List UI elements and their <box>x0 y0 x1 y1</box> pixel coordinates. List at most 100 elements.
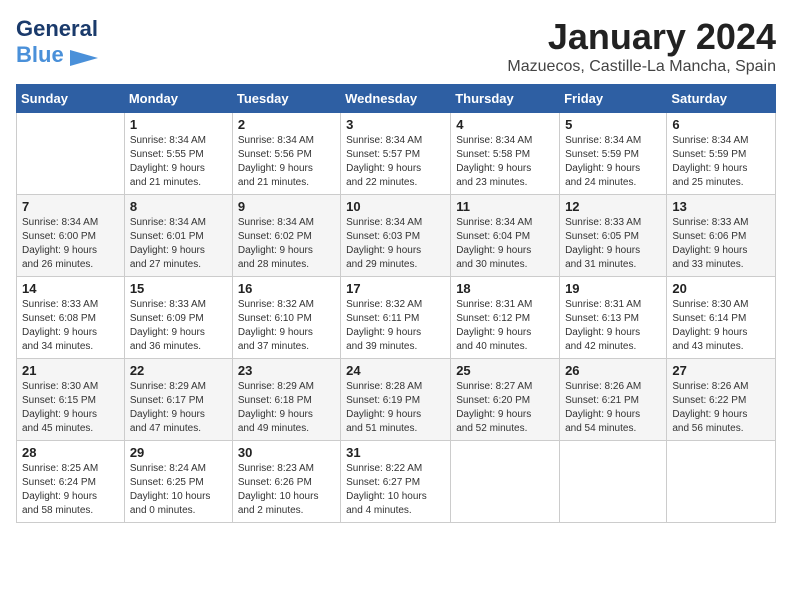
logo-text: General Blue <box>16 16 102 68</box>
day-number: 10 <box>346 199 445 214</box>
calendar-cell: 28Sunrise: 8:25 AM Sunset: 6:24 PM Dayli… <box>17 441 125 523</box>
day-info: Sunrise: 8:33 AM Sunset: 6:09 PM Dayligh… <box>130 298 227 354</box>
day-number: 13 <box>672 199 770 214</box>
calendar-cell: 10 Sunrise: 8:34 AM Sunset: 6:03 PM Dayli… <box>341 195 451 277</box>
day-number: 30 <box>238 445 335 460</box>
day-number: 14 <box>22 281 119 296</box>
week-row-3: 21 Sunrise: 8:30 AM Sunset: 6:15 PM Dayli… <box>17 359 776 441</box>
calendar-cell: 2Sunrise: 8:34 AM Sunset: 5:56 PM Daylig… <box>232 113 340 195</box>
week-row-2: 14Sunrise: 8:33 AM Sunset: 6:08 PM Dayli… <box>17 277 776 359</box>
calendar-cell: 16 Sunrise: 8:32 AM Sunset: 6:10 PM Dayli… <box>232 277 340 359</box>
day-number: 1 <box>130 117 227 132</box>
calendar-cell: 8 Sunrise: 8:34 AM Sunset: 6:01 PM Daylig… <box>124 195 232 277</box>
day-number: 18 <box>456 281 554 296</box>
day-number: 28 <box>22 445 119 460</box>
day-info: Sunrise: 8:34 AM Sunset: 5:58 PM Dayligh… <box>456 134 554 190</box>
day-info: Sunrise: 8:27 AM Sunset: 6:20 PM Dayligh… <box>456 380 554 436</box>
day-info: Sunrise: 8:26 AM Sunset: 6:21 PM Dayligh… <box>565 380 661 436</box>
day-info: Sunrise: 8:30 AM Sunset: 6:15 PM Dayligh… <box>22 380 119 436</box>
day-info: Sunrise: 8:30 AM Sunset: 6:14 PM Dayligh… <box>672 298 770 354</box>
title-section: January 2024 Mazuecos, Castille-La Manch… <box>507 16 776 76</box>
day-info: Sunrise: 8:28 AM Sunset: 6:19 PM Dayligh… <box>346 380 445 436</box>
day-number: 29 <box>130 445 227 460</box>
day-number: 27 <box>672 363 770 378</box>
day-number: 2 <box>238 117 335 132</box>
calendar-cell: 17 Sunrise: 8:32 AM Sunset: 6:11 PM Dayli… <box>341 277 451 359</box>
calendar-cell: 26Sunrise: 8:26 AM Sunset: 6:21 PM Dayli… <box>560 359 667 441</box>
calendar-subtitle: Mazuecos, Castille-La Mancha, Spain <box>507 58 776 76</box>
day-info: Sunrise: 8:31 AM Sunset: 6:12 PM Dayligh… <box>456 298 554 354</box>
day-number: 24 <box>346 363 445 378</box>
calendar-header: SundayMondayTuesdayWednesdayThursdayFrid… <box>17 85 776 113</box>
logo: General Blue <box>16 16 102 68</box>
logo-general: General <box>16 16 98 41</box>
calendar-cell: 19 Sunrise: 8:31 AM Sunset: 6:13 PM Dayli… <box>560 277 667 359</box>
day-info: Sunrise: 8:29 AM Sunset: 6:18 PM Dayligh… <box>238 380 335 436</box>
day-number: 15 <box>130 281 227 296</box>
day-number: 12 <box>565 199 661 214</box>
calendar-cell: 7 Sunrise: 8:34 AM Sunset: 6:00 PM Daylig… <box>17 195 125 277</box>
calendar-cell: 12 Sunrise: 8:33 AM Sunset: 6:05 PM Dayli… <box>560 195 667 277</box>
calendar-cell: 21 Sunrise: 8:30 AM Sunset: 6:15 PM Dayli… <box>17 359 125 441</box>
page-header: General Blue January 2024 Mazuecos, Cast… <box>16 16 776 76</box>
calendar-cell: 29 Sunrise: 8:24 AM Sunset: 6:25 PM Dayli… <box>124 441 232 523</box>
header-cell-sunday: Sunday <box>17 85 125 113</box>
day-number: 21 <box>22 363 119 378</box>
day-info: Sunrise: 8:34 AM Sunset: 6:03 PM Dayligh… <box>346 216 445 272</box>
day-info: Sunrise: 8:31 AM Sunset: 6:13 PM Dayligh… <box>565 298 661 354</box>
day-info: Sunrise: 8:34 AM Sunset: 6:00 PM Dayligh… <box>22 216 119 272</box>
day-info: Sunrise: 8:22 AM Sunset: 6:27 PM Dayligh… <box>346 462 445 518</box>
day-info: Sunrise: 8:34 AM Sunset: 5:59 PM Dayligh… <box>565 134 661 190</box>
day-number: 19 <box>565 281 661 296</box>
calendar-cell: 3 Sunrise: 8:34 AM Sunset: 5:57 PM Daylig… <box>341 113 451 195</box>
header-cell-tuesday: Tuesday <box>232 85 340 113</box>
day-number: 17 <box>346 281 445 296</box>
day-number: 5 <box>565 117 661 132</box>
week-row-0: 1 Sunrise: 8:34 AM Sunset: 5:55 PM Daylig… <box>17 113 776 195</box>
logo-blue: Blue <box>16 42 64 67</box>
day-info: Sunrise: 8:33 AM Sunset: 6:05 PM Dayligh… <box>565 216 661 272</box>
day-number: 16 <box>238 281 335 296</box>
calendar-cell: 20Sunrise: 8:30 AM Sunset: 6:14 PM Dayli… <box>667 277 776 359</box>
calendar-cell: 11Sunrise: 8:34 AM Sunset: 6:04 PM Dayli… <box>451 195 560 277</box>
header-cell-saturday: Saturday <box>667 85 776 113</box>
calendar-cell: 5 Sunrise: 8:34 AM Sunset: 5:59 PM Daylig… <box>560 113 667 195</box>
day-number: 4 <box>456 117 554 132</box>
day-number: 31 <box>346 445 445 460</box>
header-cell-thursday: Thursday <box>451 85 560 113</box>
day-info: Sunrise: 8:32 AM Sunset: 6:11 PM Dayligh… <box>346 298 445 354</box>
day-number: 7 <box>22 199 119 214</box>
calendar-cell <box>560 441 667 523</box>
day-info: Sunrise: 8:34 AM Sunset: 6:01 PM Dayligh… <box>130 216 227 272</box>
day-number: 22 <box>130 363 227 378</box>
week-row-4: 28Sunrise: 8:25 AM Sunset: 6:24 PM Dayli… <box>17 441 776 523</box>
day-info: Sunrise: 8:34 AM Sunset: 5:59 PM Dayligh… <box>672 134 770 190</box>
calendar-cell: 27 Sunrise: 8:26 AM Sunset: 6:22 PM Dayli… <box>667 359 776 441</box>
calendar-table: SundayMondayTuesdayWednesdayThursdayFrid… <box>16 84 776 523</box>
day-info: Sunrise: 8:33 AM Sunset: 6:06 PM Dayligh… <box>672 216 770 272</box>
day-info: Sunrise: 8:24 AM Sunset: 6:25 PM Dayligh… <box>130 462 227 518</box>
day-number: 25 <box>456 363 554 378</box>
calendar-cell: 25 Sunrise: 8:27 AM Sunset: 6:20 PM Dayli… <box>451 359 560 441</box>
calendar-cell: 31 Sunrise: 8:22 AM Sunset: 6:27 PM Dayli… <box>341 441 451 523</box>
week-row-1: 7 Sunrise: 8:34 AM Sunset: 6:00 PM Daylig… <box>17 195 776 277</box>
day-number: 23 <box>238 363 335 378</box>
header-cell-monday: Monday <box>124 85 232 113</box>
header-cell-friday: Friday <box>560 85 667 113</box>
calendar-cell <box>17 113 125 195</box>
calendar-cell <box>451 441 560 523</box>
day-info: Sunrise: 8:29 AM Sunset: 6:17 PM Dayligh… <box>130 380 227 436</box>
calendar-body: 1 Sunrise: 8:34 AM Sunset: 5:55 PM Daylig… <box>17 113 776 523</box>
day-info: Sunrise: 8:34 AM Sunset: 5:57 PM Dayligh… <box>346 134 445 190</box>
calendar-cell: 9Sunrise: 8:34 AM Sunset: 6:02 PM Daylig… <box>232 195 340 277</box>
calendar-cell <box>667 441 776 523</box>
calendar-cell: 18 Sunrise: 8:31 AM Sunset: 6:12 PM Dayli… <box>451 277 560 359</box>
day-number: 8 <box>130 199 227 214</box>
day-info: Sunrise: 8:26 AM Sunset: 6:22 PM Dayligh… <box>672 380 770 436</box>
day-number: 3 <box>346 117 445 132</box>
calendar-cell: 24 Sunrise: 8:28 AM Sunset: 6:19 PM Dayli… <box>341 359 451 441</box>
day-info: Sunrise: 8:34 AM Sunset: 5:55 PM Dayligh… <box>130 134 227 190</box>
calendar-cell: 4 Sunrise: 8:34 AM Sunset: 5:58 PM Daylig… <box>451 113 560 195</box>
day-info: Sunrise: 8:23 AM Sunset: 6:26 PM Dayligh… <box>238 462 335 518</box>
day-info: Sunrise: 8:32 AM Sunset: 6:10 PM Dayligh… <box>238 298 335 354</box>
